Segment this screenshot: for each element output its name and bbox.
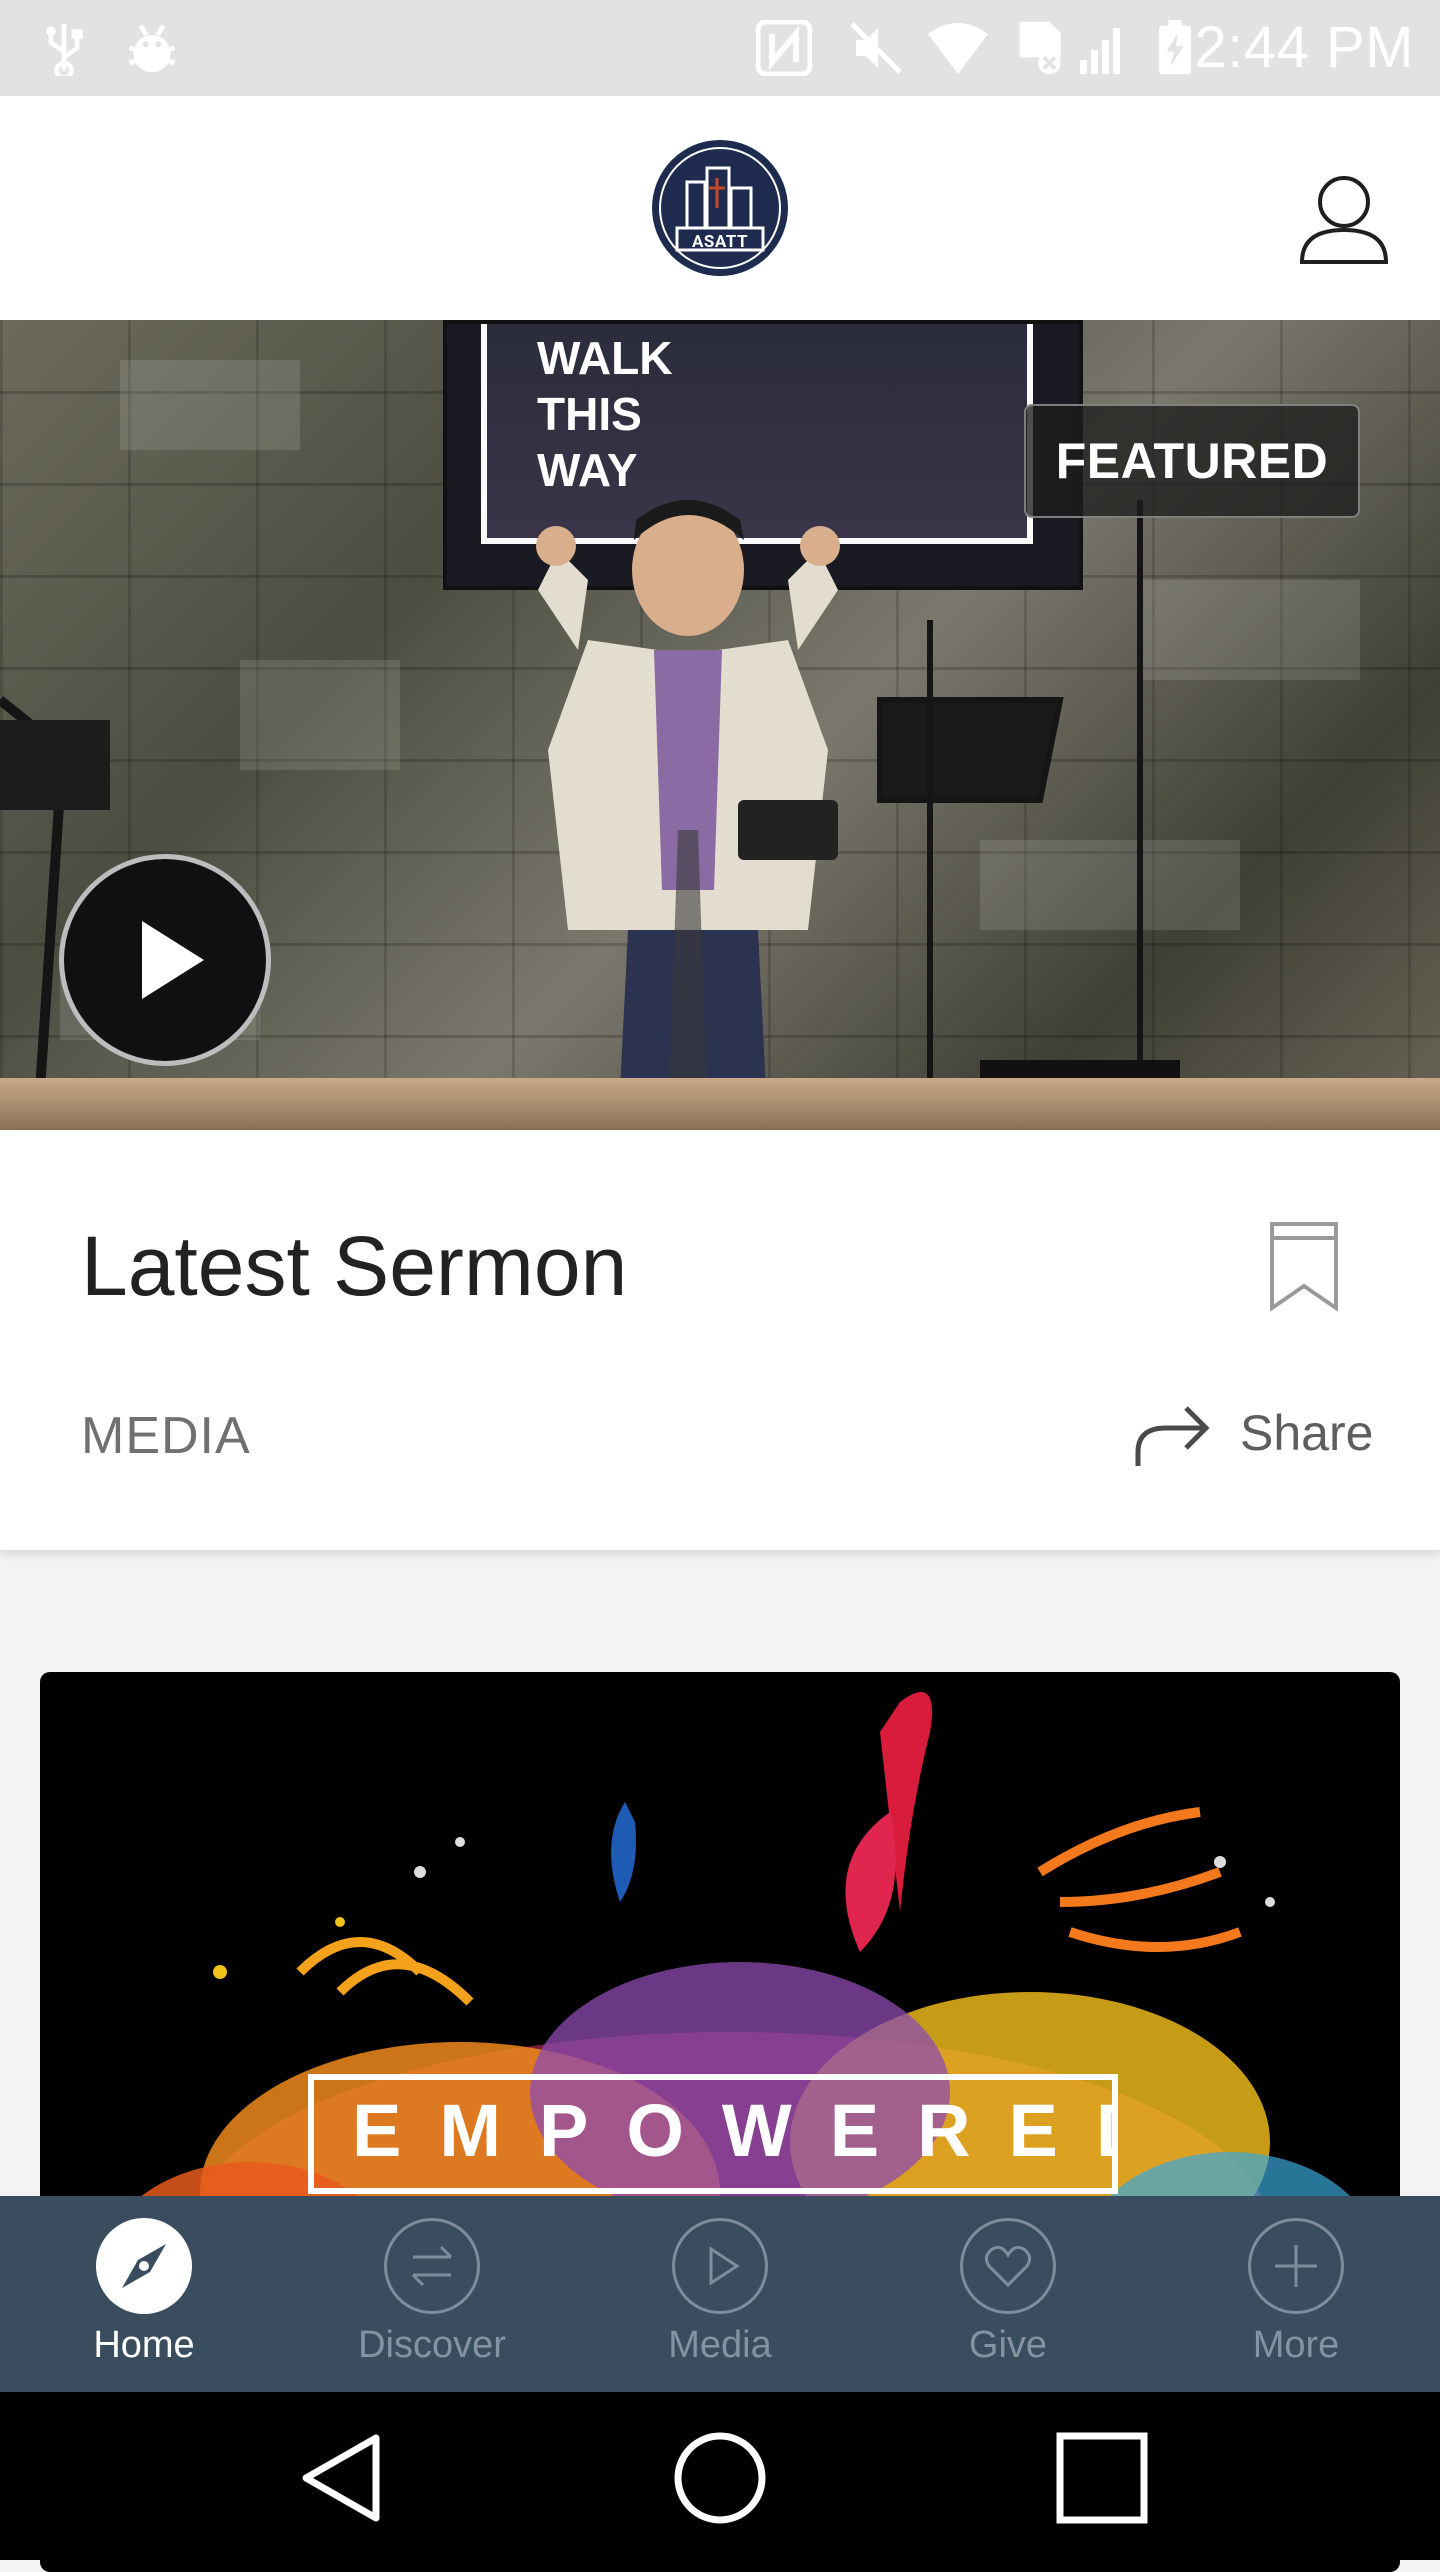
speaker-figure [536,500,840,1130]
bookmark-icon [1270,1222,1338,1312]
logo-text: ASATT [692,232,748,252]
person-icon [1299,176,1389,264]
signal-icon [1080,28,1120,74]
tab-label: More [1252,2324,1340,2366]
android-debug-icon [128,24,176,73]
tab-label: Discover [358,2324,506,2366]
share-button[interactable]: Share [1132,1392,1374,1478]
featured-badge: FEATURED [1024,404,1360,518]
tab-home[interactable]: Home [0,2196,288,2392]
tab-label: Give [968,2324,1048,2366]
back-triangle-icon [302,2434,380,2522]
play-button[interactable] [59,854,271,1066]
share-arrow-icon [1135,1406,1210,1466]
app-header: ASATT [0,96,1440,322]
wifi-icon [928,23,988,74]
church-logo-icon [652,140,788,276]
back-button[interactable] [292,2428,392,2528]
church-logo[interactable]: ASATT [647,138,793,278]
play-icon [142,921,204,999]
compass-icon [96,2218,192,2314]
bookmark-button[interactable] [1266,1220,1342,1312]
recents-button[interactable] [1052,2428,1152,2528]
event-title-line1: EMPOWERED [352,2089,1118,2172]
featured-card-info[interactable]: Latest Sermon MEDIA Share [0,1130,1440,1550]
tab-give[interactable]: Give [864,2196,1152,2392]
tab-label: Home [93,2324,195,2366]
battery-charging-icon [1159,20,1191,75]
sim-icon [1019,21,1061,75]
tab-label: Media [668,2324,772,2366]
nfc-icon [756,20,812,76]
plus-icon [1248,2218,1344,2314]
recents-square-icon [1056,2432,1148,2524]
event-title-line2: WOMEN [314,2176,1112,2188]
tab-more[interactable]: More [1152,2196,1440,2392]
profile-button[interactable] [1296,172,1392,268]
system-navigation-bar [0,2392,1440,2560]
usb-icon [46,23,83,76]
play-icon [672,2218,768,2314]
card-title[interactable]: Latest Sermon [81,1218,627,1315]
home-button[interactable] [670,2428,770,2528]
stage-floor [0,1078,1440,1130]
tab-media[interactable]: Media [576,2196,864,2392]
bottom-tab-bar: Home Discover Media Give More [0,2196,1440,2392]
featured-video-thumbnail[interactable]: WALK THIS WAY FEATURED [0,320,1440,1130]
category-label: MEDIA [81,1407,251,1465]
exchange-icon [384,2218,480,2314]
share-label: Share [1240,1405,1374,1461]
tab-discover[interactable]: Discover [288,2196,576,2392]
status-bar: 2:44 PM [0,0,1440,96]
home-circle-icon [674,2432,766,2524]
event-title-box: EMPOWERED WOMEN [308,2074,1118,2194]
mute-icon [850,22,902,74]
status-clock: 2:44 PM [1194,15,1414,80]
heart-icon [960,2218,1056,2314]
